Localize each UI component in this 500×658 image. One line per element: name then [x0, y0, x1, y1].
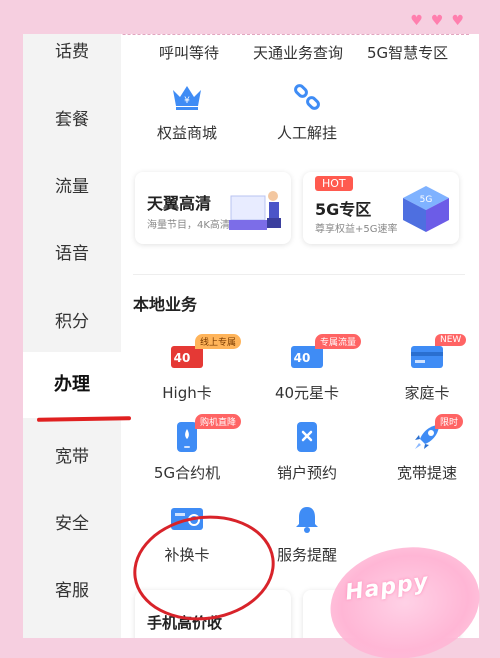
service-label: 家庭卡: [404, 384, 450, 402]
service-label: 人工解挂: [276, 124, 337, 142]
bell-icon: [287, 502, 327, 536]
service-broadband-speedup[interactable]: 限时 宽带提速: [367, 414, 479, 483]
local-business-title: 本地业务: [133, 295, 198, 314]
banner-title: 5G专区: [315, 200, 372, 219]
service-label: 40元星卡: [274, 384, 340, 402]
badge-limited-time: 限时: [435, 414, 464, 429]
sidebar-item-kefu[interactable]: 客服: [23, 571, 121, 611]
sidebar-item-anquan[interactable]: 安全: [23, 504, 121, 544]
tv-illustration-icon: [229, 191, 281, 230]
svg-text:40: 40: [174, 351, 191, 365]
banner-subtitle: 尊享权益+5G速率: [315, 224, 398, 235]
service-benefits-mall[interactable]: ¥ 权益商城: [127, 80, 247, 143]
service-account-cancel[interactable]: 销户预约: [247, 420, 367, 483]
phone-icon: 购机直降: [167, 414, 242, 454]
service-label: 销户预约: [276, 464, 337, 482]
star-card-icon: 40 专属流量: [287, 334, 362, 374]
sidebar-item-banli[interactable]: 办理: [23, 352, 121, 418]
section-divider: [133, 274, 465, 275]
service-high-card[interactable]: 40 线上专属 High卡: [127, 334, 247, 403]
rocket-icon: 限时: [407, 414, 464, 454]
service-family-card[interactable]: NEW 家庭卡: [367, 334, 479, 403]
banner-tianyi-hd[interactable]: 天翼高清 海量节目，4K高清: [135, 172, 291, 244]
sidebar-item-liuliang[interactable]: 流量: [23, 167, 121, 207]
service-call-waiting[interactable]: 呼叫等待: [159, 42, 219, 63]
cancel-phone-icon: [287, 420, 327, 454]
decorative-hearts: ♥ ♥ ♥: [410, 14, 464, 28]
sidebar-item-huafei[interactable]: 话费: [23, 34, 121, 72]
chain-link-icon: [287, 80, 327, 114]
heart-icon: ♥: [430, 13, 444, 29]
hot-tag: HOT: [315, 176, 353, 191]
service-40-star-card[interactable]: 40 专属流量 40元星卡: [247, 334, 367, 403]
banner-5g-zone[interactable]: HOT 5G专区 尊享权益+5G速率 5G: [303, 172, 459, 244]
badge-exclusive-data: 专属流量: [315, 334, 362, 349]
heart-icon: ♥: [451, 13, 464, 29]
service-label: 宽带提速: [396, 464, 457, 482]
service-5g-zone[interactable]: 5G智慧专区: [367, 42, 448, 63]
sidebar-item-taocan[interactable]: 套餐: [23, 100, 121, 140]
service-label: 权益商城: [156, 124, 217, 142]
card-icon: NEW: [407, 334, 467, 374]
service-5g-contract-phone[interactable]: 购机直降 5G合约机: [127, 414, 247, 483]
service-label: 5G合约机: [153, 464, 221, 482]
high-card-icon: 40 线上专属: [167, 334, 242, 374]
sidebar-item-kuandai[interactable]: 宽带: [23, 437, 121, 477]
badge-online-exclusive: 线上专属: [195, 334, 242, 349]
service-tiantong-query[interactable]: 天通业务查询: [253, 42, 343, 63]
badge-new: NEW: [435, 334, 467, 346]
service-manual-unhang[interactable]: 人工解挂: [247, 80, 367, 143]
5g-cube-icon: 5G: [403, 186, 449, 232]
svg-text:5G: 5G: [420, 195, 433, 205]
sidebar-item-jifen[interactable]: 积分: [23, 302, 121, 342]
service-label: High卡: [162, 384, 212, 402]
banner-subtitle: 海量节目，4K高清: [147, 220, 230, 231]
category-sidebar: 话费 套餐 流量 语音 积分 办理 宽带 安全 客服: [23, 34, 121, 638]
svg-text:40: 40: [294, 351, 311, 365]
heart-icon: ♥: [410, 13, 423, 29]
svg-text:¥: ¥: [184, 96, 190, 106]
crown-icon: ¥: [167, 80, 207, 114]
banner-title: 天翼高清: [147, 194, 212, 213]
sidebar-item-yuyin[interactable]: 语音: [23, 234, 121, 274]
badge-price-drop: 购机直降: [195, 414, 242, 429]
